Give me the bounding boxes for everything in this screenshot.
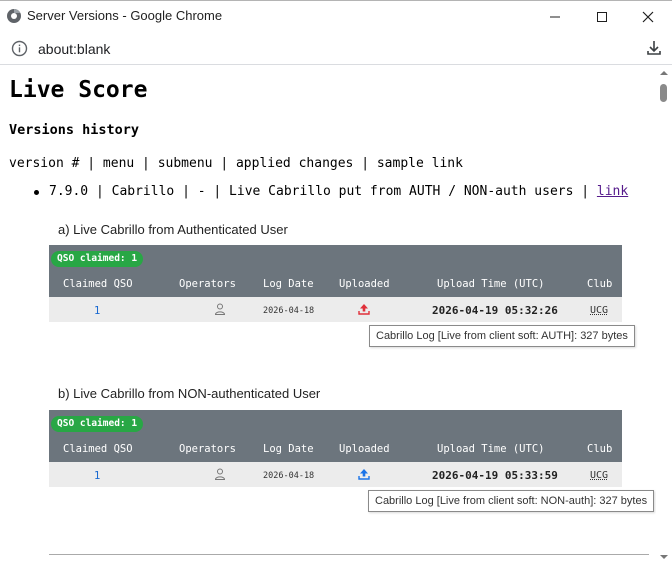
col-club[interactable]: Club [587,278,612,290]
col-upload-time[interactable]: Upload Time (UTC) [437,443,544,455]
col-claimed-qso[interactable]: Claimed QSO [63,278,133,290]
minimize-icon [550,16,560,18]
col-club[interactable]: Club [587,443,612,455]
table-header: QSO claimed: 1 Claimed QSO Operators Log… [49,410,622,462]
window-title: Server Versions - Google Chrome [27,8,223,23]
bullet-dot [34,190,39,195]
col-operators[interactable]: Operators [179,443,236,455]
col-log-date[interactable]: Log Date [263,278,314,290]
operator-icon[interactable] [214,468,226,480]
close-icon [642,11,654,23]
operator-icon[interactable] [214,303,226,315]
scroll-up-arrow-icon[interactable] [659,69,669,77]
scroll-thumb[interactable] [660,84,667,102]
qso-claimed-badge: QSO claimed: 1 [51,251,144,267]
table-row: 1 2026-04-18 2026-04-19 05:32:26 UCG [49,297,622,322]
version-changes: Live Cabrillo put from AUTH / NON-auth u… [229,184,574,199]
scroll-down-arrow-icon[interactable] [659,553,669,561]
version-number: 7.9.0 [49,184,89,199]
log-date-value: 2026-04-18 [263,471,315,481]
sample-link[interactable]: link [597,184,628,199]
chrome-page-icon [7,9,21,23]
section-b-label: b) Live Cabrillo from NON-authenticated … [58,386,321,401]
section-heading: Versions history [9,122,140,138]
version-entry: 7.9.0 | Cabrillo | - | Live Cabrillo put… [49,184,629,199]
table-row: 1 2026-04-18 2026-04-19 05:33:59 UCG [49,462,622,487]
col-uploaded[interactable]: Uploaded [339,278,390,290]
club-value[interactable]: UCG [590,470,608,481]
upload-time-value: 2026-04-19 05:33:59 [432,469,558,482]
table-header: QSO claimed: 1 Claimed QSO Operators Log… [49,245,622,297]
vertical-scrollbar[interactable] [656,65,672,566]
col-log-date[interactable]: Log Date [263,443,314,455]
maximize-button[interactable] [592,7,612,27]
col-operators[interactable]: Operators [179,278,236,290]
qso-claimed-badge: QSO claimed: 1 [51,416,144,432]
minimize-button[interactable] [545,7,565,27]
upload-icon[interactable] [358,303,370,315]
upload-time-value: 2026-04-19 05:32:26 [432,304,558,317]
version-menu: Cabrillo [111,184,175,199]
claimed-qso-value[interactable]: 1 [94,470,100,482]
log-date-value: 2026-04-18 [263,306,315,316]
maximize-icon [597,12,607,22]
version-submenu: - [197,184,206,199]
page-title: Live Score [9,77,148,103]
title-bar: Server Versions - Google Chrome [0,0,672,32]
club-value[interactable]: UCG [590,305,608,316]
col-claimed-qso[interactable]: Claimed QSO [63,443,133,455]
url-field[interactable]: about:blank [38,41,110,57]
versions-header-line: version # | menu | submenu | applied cha… [9,156,463,171]
close-button[interactable] [638,7,658,27]
col-uploaded[interactable]: Uploaded [339,443,390,455]
upload-tooltip: Cabrillo Log [Live from client soft: NON… [368,490,655,512]
info-icon[interactable] [11,40,28,57]
download-icon[interactable] [645,39,663,57]
divider [49,554,649,555]
upload-icon[interactable] [358,468,370,480]
claimed-qso-value[interactable]: 1 [94,305,100,317]
section-a-label: a) Live Cabrillo from Authenticated User [58,222,288,237]
col-upload-time[interactable]: Upload Time (UTC) [437,278,544,290]
upload-tooltip: Cabrillo Log [Live from client soft: AUT… [369,325,635,347]
page-content: Live Score Versions history version # | … [0,65,656,566]
